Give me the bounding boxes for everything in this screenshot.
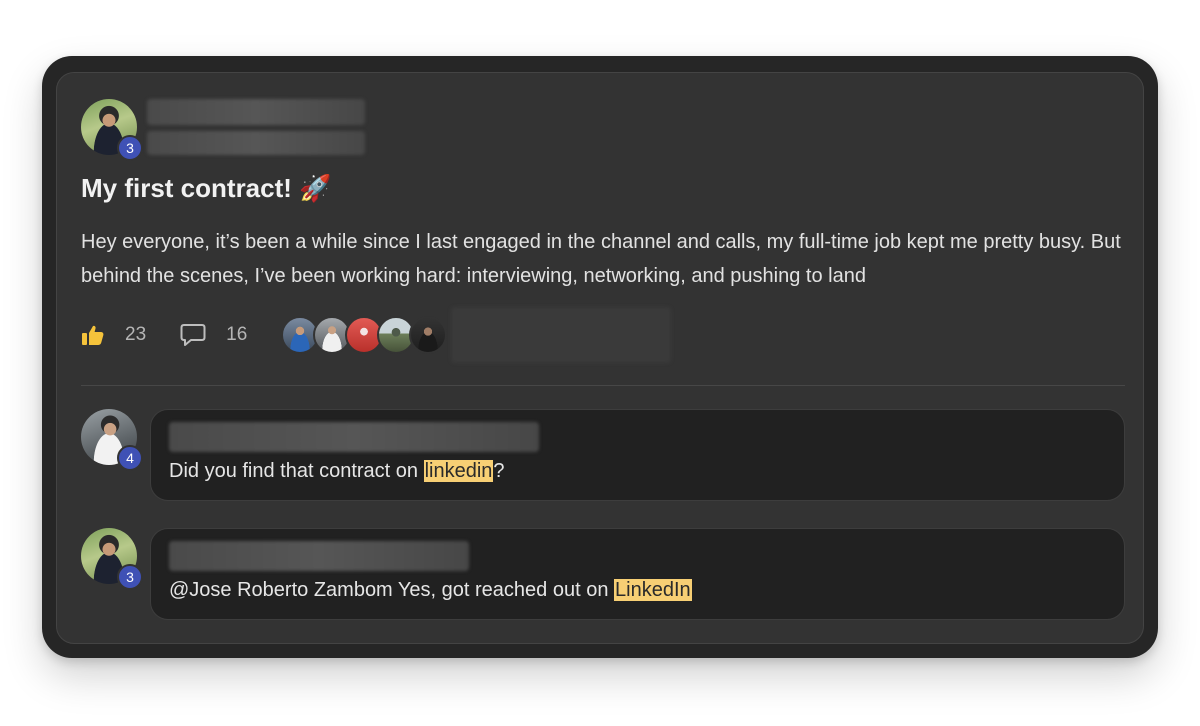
comment-icon xyxy=(180,324,206,346)
author-level-badge: 3 xyxy=(117,135,143,161)
comment-author-redacted xyxy=(169,541,469,571)
comment-author-redacted xyxy=(169,422,539,452)
post-body: Hey everyone, it’s been a while since I … xyxy=(81,231,1121,287)
post-title: My first contract! 🚀 xyxy=(81,173,332,203)
thumbs-up-icon xyxy=(82,325,104,345)
comment-text-part: Did you find that contract on xyxy=(169,460,424,482)
comment-text-part: @Jose Roberto Zambom Yes, got reached ou… xyxy=(169,579,615,601)
search-highlight: linkedin xyxy=(423,460,494,482)
comment-text-part: ? xyxy=(493,460,505,482)
comment-avatar[interactable]: 3 xyxy=(81,528,143,590)
author-name-redacted xyxy=(147,99,365,125)
comment-item: @Jose Roberto Zambom Yes, got reached ou… xyxy=(150,528,1125,620)
like-count: 23 xyxy=(125,324,147,345)
comment-item: Did you find that contract on linkedin? xyxy=(150,409,1125,501)
post-card: 3 My first contract! 🚀 Hey everyone, it’… xyxy=(56,72,1144,644)
comment-avatar[interactable]: 4 xyxy=(81,409,143,471)
comment-count: 16 xyxy=(226,324,248,345)
comment-text: Did you find that contract on linkedin? xyxy=(169,460,505,483)
reactors-summary-redacted xyxy=(451,307,672,363)
comment-level-badge: 4 xyxy=(117,445,143,471)
reactor-avatars[interactable] xyxy=(281,316,448,354)
comment-text: @Jose Roberto Zambom Yes, got reached ou… xyxy=(169,579,692,602)
comment-button[interactable]: 16 xyxy=(180,323,247,347)
like-button[interactable]: 23 xyxy=(81,324,146,346)
device-frame: 3 My first contract! 🚀 Hey everyone, it’… xyxy=(42,56,1158,658)
post-actions: 23 16 xyxy=(81,307,672,363)
divider xyxy=(81,385,1125,386)
author-avatar[interactable]: 3 xyxy=(81,99,143,161)
comment-level-badge: 3 xyxy=(117,564,143,590)
search-highlight: LinkedIn xyxy=(614,579,692,601)
reactor-avatar xyxy=(409,316,448,354)
post-meta-redacted xyxy=(147,131,365,155)
